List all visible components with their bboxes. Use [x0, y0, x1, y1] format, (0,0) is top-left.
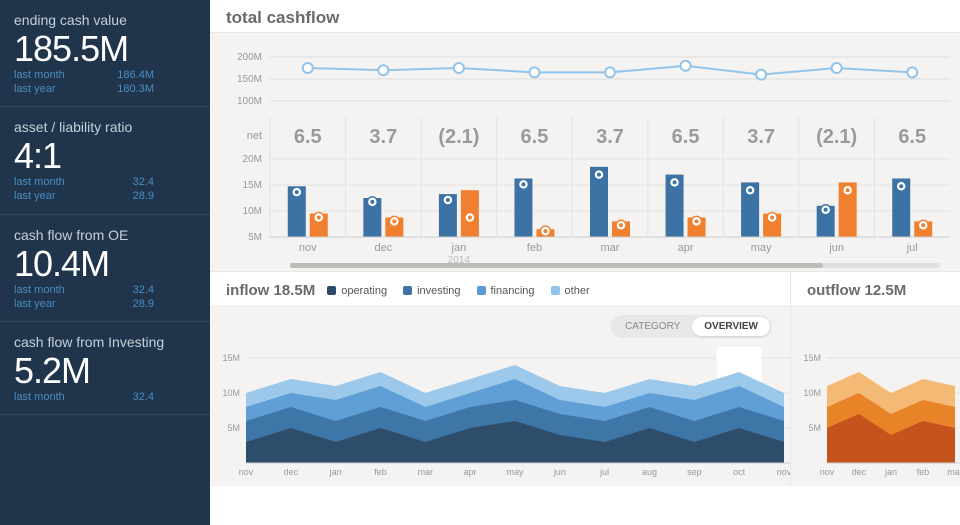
svg-text:10M: 10M	[803, 388, 821, 398]
legend-swatch	[403, 286, 412, 295]
svg-text:3.7: 3.7	[747, 126, 775, 148]
svg-text:3.7: 3.7	[369, 126, 397, 148]
svg-text:jul: jul	[599, 467, 609, 477]
toggle-category[interactable]: CATEGORY	[613, 317, 692, 336]
metric-label: ending cash value	[14, 12, 196, 28]
svg-text:may: may	[751, 242, 772, 254]
svg-text:5M: 5M	[808, 423, 821, 433]
main: total cashflow 200M 150M 100M net 6.5 3.7 (2.1…	[210, 0, 960, 525]
svg-text:6.5: 6.5	[294, 126, 322, 148]
svg-text:15M: 15M	[803, 353, 821, 363]
svg-text:150M: 150M	[237, 74, 262, 85]
svg-text:mar: mar	[601, 242, 620, 254]
chart-scrollbar[interactable]	[290, 263, 940, 268]
legend-item: operating	[327, 285, 387, 297]
sidebar: ending cash value 185.5M last month186.4…	[0, 0, 210, 525]
legend-swatch	[327, 286, 336, 295]
svg-text:5M: 5M	[248, 232, 262, 243]
metric-value: 185.5M	[14, 30, 196, 68]
total-cashflow-chart: 200M 150M 100M net 6.5 3.7 (2.1) 6.5 3.7 6.5 3.7 (2…	[210, 33, 960, 271]
svg-text:nov: nov	[239, 467, 254, 477]
inflow-title: inflow 18.5M	[226, 282, 315, 299]
legend-item: other	[551, 285, 590, 297]
svg-text:jun: jun	[828, 242, 844, 254]
metric-cash-flow-investing: cash flow from Investing 5.2M last month…	[0, 322, 210, 415]
metric-cash-flow-oe: cash flow from OE 10.4M last month32.4 l…	[0, 215, 210, 322]
svg-text:15M: 15M	[222, 353, 240, 363]
svg-text:may: may	[506, 467, 524, 477]
metric-label: cash flow from Investing	[14, 334, 196, 350]
legend-item: financing	[477, 285, 535, 297]
svg-text:apr: apr	[464, 467, 477, 477]
legend-swatch	[551, 286, 560, 295]
metric-asset-liability: asset / liability ratio 4:1 last month32…	[0, 107, 210, 214]
inflow-chart: CATEGORY OVERVIEW 15M 10M 5M nov dec jan feb ma…	[210, 305, 790, 486]
svg-text:nov: nov	[820, 467, 835, 477]
metric-value: 5.2M	[14, 352, 196, 390]
svg-text:mar: mar	[418, 467, 434, 477]
svg-text:100M: 100M	[237, 96, 262, 107]
svg-text:6.5: 6.5	[672, 126, 700, 148]
metric-ending-cash: ending cash value 185.5M last month186.4…	[0, 0, 210, 107]
svg-text:mar: mar	[947, 467, 960, 477]
svg-text:dec: dec	[374, 242, 392, 254]
svg-text:6.5: 6.5	[521, 126, 549, 148]
metric-value: 4:1	[14, 137, 196, 175]
svg-text:(2.1): (2.1)	[438, 126, 479, 148]
svg-text:feb: feb	[917, 467, 930, 477]
outflow-header: outflow 12.5M	[791, 272, 960, 305]
svg-text:apr: apr	[678, 242, 694, 254]
svg-text:oct: oct	[733, 467, 746, 477]
legend-item: investing	[403, 285, 460, 297]
metric-value: 10.4M	[14, 245, 196, 283]
svg-text:10M: 10M	[243, 206, 262, 217]
legend-swatch	[477, 286, 486, 295]
top-panel-title: total cashflow	[226, 8, 339, 28]
inflow-header: inflow 18.5M operating investing financing…	[210, 272, 790, 305]
bottom-panels: inflow 18.5M operating investing financing…	[210, 271, 960, 486]
scrollbar-thumb[interactable]	[290, 263, 823, 268]
top-panel-header: total cashflow	[210, 0, 960, 33]
svg-text:6.5: 6.5	[898, 126, 926, 148]
svg-text:feb: feb	[374, 467, 387, 477]
svg-text:dec: dec	[852, 467, 867, 477]
svg-text:200M: 200M	[237, 52, 262, 63]
inflow-toggle[interactable]: CATEGORY OVERVIEW	[611, 315, 772, 338]
toggle-overview[interactable]: OVERVIEW	[692, 317, 770, 336]
inflow-panel: inflow 18.5M operating investing financing…	[210, 272, 790, 486]
outflow-title: outflow 12.5M	[807, 282, 906, 299]
outflow-chart: 15M 10M 5M nov dec jan feb mar	[791, 305, 960, 486]
svg-text:15M: 15M	[243, 180, 262, 191]
svg-text:(2.1): (2.1)	[816, 126, 857, 148]
svg-text:jul: jul	[906, 242, 918, 254]
svg-text:20M: 20M	[243, 154, 262, 165]
svg-text:net: net	[247, 130, 262, 142]
svg-text:jan: jan	[329, 467, 342, 477]
svg-text:3.7: 3.7	[596, 126, 624, 148]
svg-text:sep: sep	[687, 467, 702, 477]
svg-text:dec: dec	[284, 467, 299, 477]
svg-text:jun: jun	[553, 467, 566, 477]
svg-text:nov: nov	[299, 242, 317, 254]
svg-text:10M: 10M	[222, 388, 240, 398]
svg-text:jan: jan	[884, 467, 897, 477]
inflow-legend: operating investing financing other	[327, 285, 589, 297]
svg-text:aug: aug	[642, 467, 657, 477]
svg-text:5M: 5M	[227, 423, 240, 433]
metric-label: cash flow from OE	[14, 227, 196, 243]
svg-text:jan: jan	[451, 242, 467, 254]
outflow-panel: outflow 12.5M 15M 10M 5M nov dec jan feb mar	[790, 272, 960, 486]
svg-text:nov: nov	[777, 467, 790, 477]
svg-text:feb: feb	[527, 242, 542, 254]
metric-label: asset / liability ratio	[14, 119, 196, 135]
